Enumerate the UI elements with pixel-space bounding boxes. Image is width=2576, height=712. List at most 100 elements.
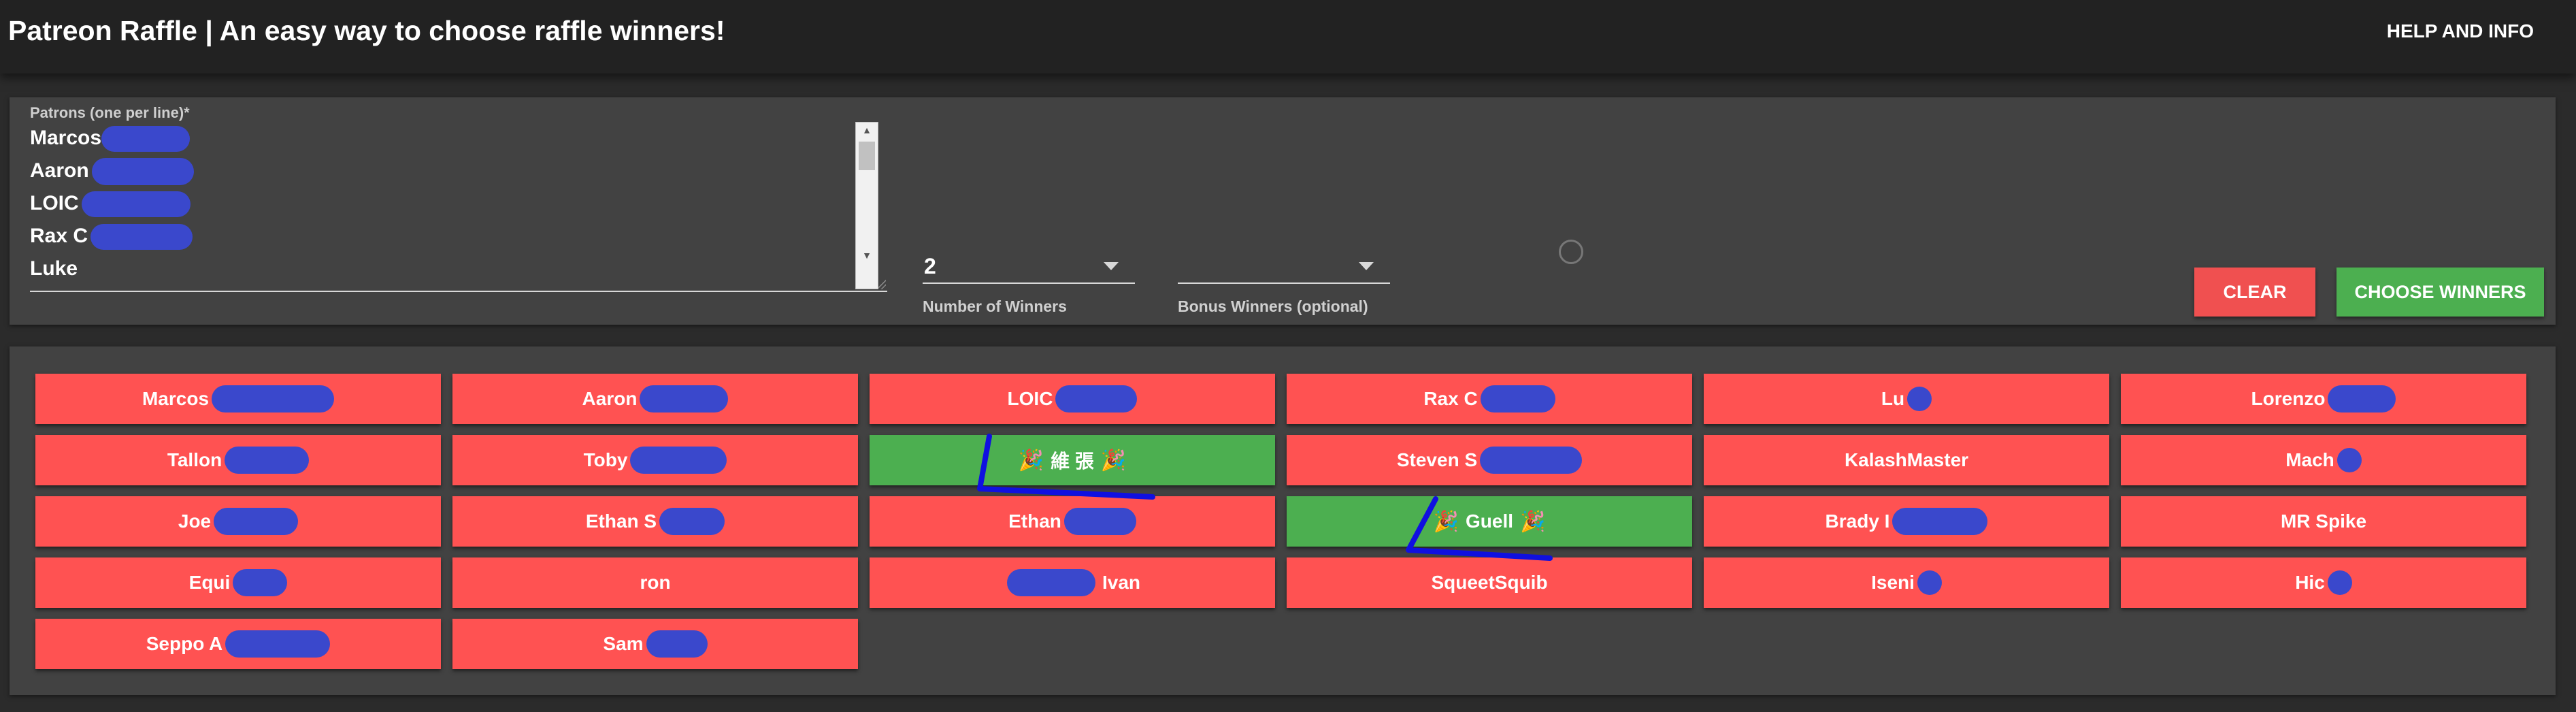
patron-chip-label: Iseni <box>1871 572 1915 593</box>
patron-line: Marcos <box>30 122 887 155</box>
redaction-mark <box>1907 387 1932 411</box>
patron-chip-label: Equi <box>188 572 231 593</box>
patron-chip-label: 維 張 <box>1051 451 1094 472</box>
patron-chip[interactable]: Sam <box>452 619 858 669</box>
patron-chip[interactable]: KalashMaster <box>1704 435 2109 485</box>
patron-line: Aaron <box>30 155 887 187</box>
patron-chip[interactable]: Tallon <box>35 435 441 485</box>
chevron-down-icon <box>1359 262 1374 270</box>
patron-line-text: Aaron <box>30 159 89 182</box>
app-title: Patreon Raffle | An easy way to choose r… <box>8 15 725 46</box>
redaction-mark <box>646 630 708 658</box>
patron-chip-label: Ethan <box>1008 511 1061 532</box>
chevron-down-icon <box>1104 262 1119 270</box>
help-and-info-link[interactable]: HELP AND INFO <box>2387 20 2534 42</box>
choose-winners-button[interactable]: CHOOSE WINNERS <box>2336 268 2544 317</box>
patron-chip-label: LOIC <box>1007 388 1053 409</box>
patron-chip-label: Marcos <box>142 388 210 409</box>
patron-chip-label: Seppo A <box>146 633 223 654</box>
raffle-results-panel: Marcos Aaron LOIC Rax C Lu Lorenzo Tallo… <box>10 346 2556 695</box>
patron-chip[interactable]: Brady I <box>1704 496 2109 547</box>
redaction-mark <box>90 224 193 250</box>
patron-chip-label: KalashMaster <box>1844 449 1969 470</box>
patron-chip[interactable]: Iseni <box>1704 557 2109 608</box>
redaction-mark <box>1006 569 1095 596</box>
patron-chip-label: Aaron <box>582 388 638 409</box>
patron-line-text: Luke <box>30 257 78 280</box>
patron-chip[interactable]: Seppo A <box>35 619 441 669</box>
redaction-mark <box>1063 508 1136 535</box>
patron-line-text: Marcos <box>30 127 102 149</box>
patron-chip-label: Brady I <box>1825 511 1890 532</box>
redaction-mark <box>659 508 725 535</box>
top-app-bar: Patreon Raffle | An easy way to choose r… <box>0 0 2576 74</box>
redaction-mark <box>2336 448 2362 472</box>
patron-chip-label: SqueetSquib <box>1431 572 1548 593</box>
patron-chip[interactable]: Toby <box>452 435 858 485</box>
patron-chip[interactable]: Steven S <box>1287 435 1692 485</box>
patron-chip[interactable]: Lorenzo <box>2121 374 2526 424</box>
winner-chip[interactable]: 🎉 Guell 🎉 <box>1287 496 1692 547</box>
redaction-mark <box>1892 508 1988 535</box>
patron-chip[interactable]: Joe <box>35 496 441 547</box>
patron-chip[interactable]: Mach <box>2121 435 2526 485</box>
patron-chip-label: Toby <box>583 449 628 470</box>
redaction-mark <box>2328 385 2396 412</box>
patron-chip-label: Mach <box>2285 449 2334 470</box>
redaction-mark <box>101 126 191 152</box>
patron-chip[interactable]: Aaron <box>452 374 858 424</box>
bonus-winners-label: Bonus Winners (optional) <box>1178 297 1368 315</box>
patron-chip[interactable]: SqueetSquib <box>1287 557 1692 608</box>
winner-chip[interactable]: 🎉 維 張 🎉 <box>870 435 1275 485</box>
party-popper-icon: 🎉 <box>1100 449 1127 472</box>
redaction-mark <box>212 385 335 412</box>
number-of-winners-select[interactable]: 2 <box>923 250 1135 284</box>
redaction-mark <box>233 569 288 596</box>
patron-chip-label: Guell <box>1465 511 1513 532</box>
textarea-scrollbar[interactable]: ▲ ▼ <box>855 122 878 289</box>
redaction-mark <box>630 447 727 474</box>
patron-line: Rax C <box>30 220 887 253</box>
redaction-mark <box>2327 570 2352 595</box>
party-popper-icon: 🎉 <box>1018 449 1044 472</box>
patron-chip[interactable]: MR Spike <box>2121 496 2526 547</box>
patrons-textarea[interactable]: Marcos Aaron LOIC Rax C Luke <box>30 122 887 292</box>
redaction-mark <box>1480 447 1583 474</box>
patron-chip-label: Sam <box>603 633 644 654</box>
patron-chip[interactable]: ron <box>452 557 858 608</box>
patron-line: LOIC <box>30 187 887 220</box>
patron-chip[interactable]: Ethan S <box>452 496 858 547</box>
scroll-thumb[interactable] <box>859 142 875 170</box>
party-popper-icon: 🎉 <box>1520 510 1546 533</box>
redaction-mark <box>225 630 331 658</box>
patron-line-text: LOIC <box>30 192 79 214</box>
number-of-winners-value: 2 <box>924 254 936 278</box>
patron-chip-label: Hic <box>2295 572 2325 593</box>
scroll-down-arrow-icon[interactable]: ▼ <box>856 248 878 263</box>
redaction-mark <box>1480 385 1555 412</box>
number-of-winners-label: Number of Winners <box>923 297 1067 315</box>
patrons-label: Patrons (one per line)* <box>30 104 190 121</box>
patron-chip-label: MR Spike <box>2280 511 2367 532</box>
clear-button[interactable]: CLEAR <box>2194 268 2315 317</box>
patron-chip[interactable]: Marcos <box>35 374 441 424</box>
patron-chip[interactable]: Hic <box>2121 557 2526 608</box>
patron-chip-label: Lorenzo <box>2251 388 2326 409</box>
patron-chip[interactable]: LOIC <box>870 374 1275 424</box>
patron-chip[interactable]: Ivan <box>870 557 1275 608</box>
redaction-mark <box>225 447 310 474</box>
redaction-mark <box>214 508 299 535</box>
loading-ring-icon <box>1559 240 1583 264</box>
patron-chip[interactable]: Equi <box>35 557 441 608</box>
bonus-winners-select[interactable] <box>1178 250 1390 284</box>
patron-chip-label: Ethan S <box>585 511 657 532</box>
patron-chip-label: Steven S <box>1396 449 1478 470</box>
patron-line-text: Rax C <box>30 225 88 247</box>
patron-chip[interactable]: Lu <box>1704 374 2109 424</box>
patron-chip-label: ron <box>640 572 671 593</box>
scroll-up-arrow-icon[interactable]: ▲ <box>856 123 878 137</box>
patron-chip-label: Ivan <box>1102 572 1141 593</box>
patron-input-panel: Patrons (one per line)* Marcos Aaron LOI… <box>10 97 2556 325</box>
patron-chip[interactable]: Ethan <box>870 496 1275 547</box>
patron-chip[interactable]: Rax C <box>1287 374 1692 424</box>
